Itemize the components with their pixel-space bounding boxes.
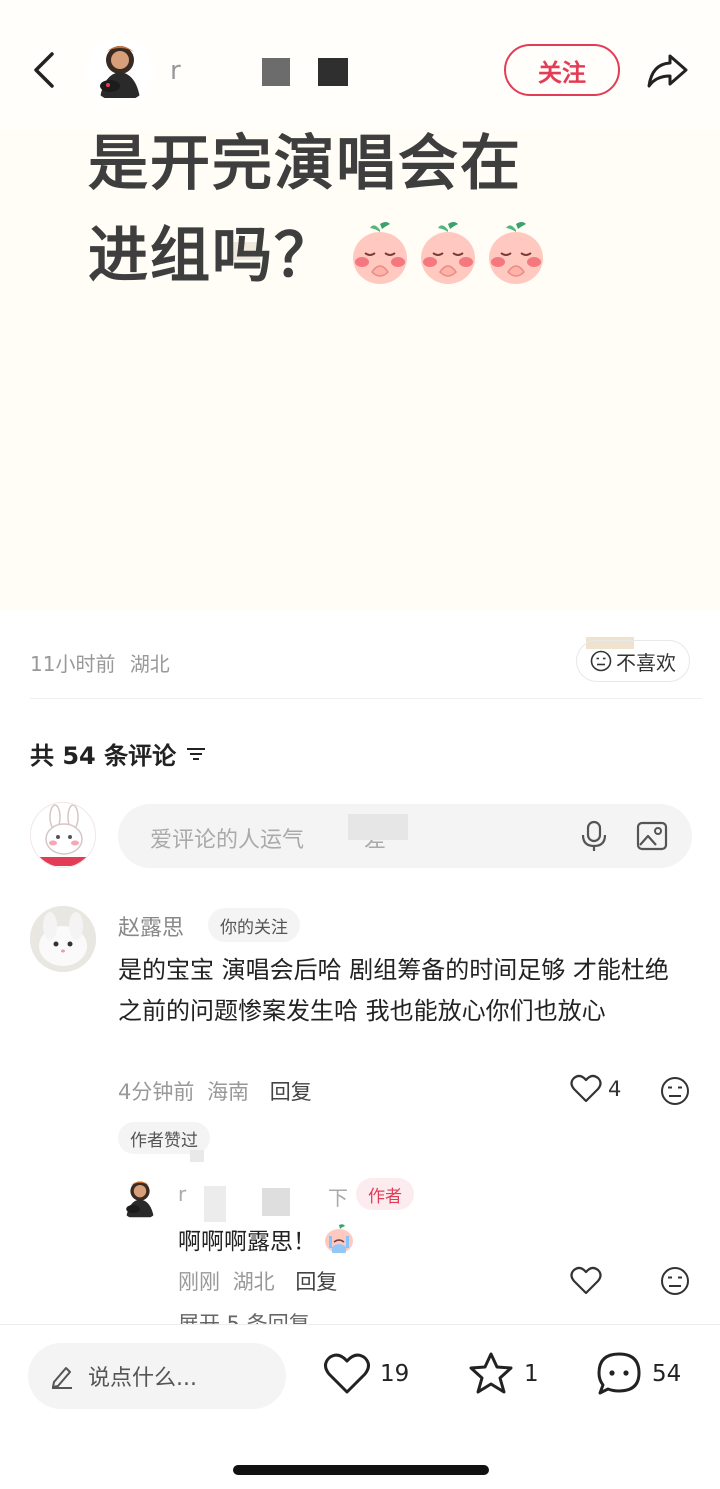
comment-count-header[interactable]: 共 54 条评论 [30, 736, 208, 771]
top-nav-bar: r 关注 [0, 0, 720, 130]
post-meta: 11小时前 湖北 [30, 648, 170, 677]
comment-like-count: 4 [608, 1077, 622, 1101]
heart-icon [324, 1353, 370, 1394]
post-title-line-2: 进组吗？ [88, 210, 688, 302]
following-tag: 你的关注 [208, 908, 300, 942]
dislike-label: 不喜欢 [616, 650, 676, 675]
bottom-action-bar: 说点什么... 19 1 54 [0, 1324, 720, 1489]
reply-text: 啊啊啊露思！ [178, 1222, 356, 1256]
mosaic-block [348, 814, 408, 840]
comment-button[interactable]: 54 [594, 1349, 681, 1399]
author-avatar[interactable] [88, 38, 152, 102]
peach-emoji-group [350, 220, 546, 286]
back-icon[interactable] [26, 48, 66, 92]
favorite-button[interactable]: 1 [466, 1349, 539, 1399]
comment-reply-button[interactable]: 回复 [270, 1080, 312, 1104]
commenter-avatar[interactable] [30, 906, 96, 972]
comment-input-placeholder-head: 爱评论的人运气 [150, 828, 305, 853]
comment-meta: 4分钟前 海南 回复 [118, 1076, 312, 1106]
divider [30, 698, 702, 699]
praying-peach-emoji-icon [353, 222, 407, 285]
expand-replies-button[interactable]: 展开 5 条回复 [178, 1310, 310, 1324]
mosaic-block [204, 1186, 226, 1222]
post-title-line-1: 是开完演唱会在 [88, 129, 522, 199]
post-location: 湖北 [129, 652, 170, 676]
image-icon[interactable] [634, 818, 670, 854]
heart-icon [570, 1074, 602, 1103]
star-icon [469, 1352, 513, 1394]
sort-icon[interactable] [184, 742, 208, 766]
mosaic-block [262, 58, 290, 86]
author-name[interactable]: r [170, 56, 181, 86]
reply-text-content: 啊啊啊露思！ [178, 1229, 316, 1255]
follow-button[interactable]: 关注 [504, 44, 620, 96]
reply-author-name[interactable]: r [178, 1182, 186, 1206]
mosaic-block [318, 58, 348, 86]
like-count: 19 [380, 1361, 410, 1387]
reply-author-name-tail: 下 [328, 1186, 348, 1210]
comment-count-label: 共 54 条评论 [30, 742, 177, 770]
comment-location: 海南 [207, 1080, 250, 1104]
comment-count: 54 [652, 1361, 682, 1387]
mic-icon[interactable] [576, 818, 612, 854]
post-title-line-2-text: 进组吗？ [88, 221, 336, 291]
like-button[interactable]: 19 [322, 1349, 409, 1399]
say-something-input[interactable]: 说点什么... [28, 1343, 286, 1409]
home-indicator[interactable] [233, 1465, 489, 1475]
reply-time: 刚刚 [178, 1270, 220, 1294]
reply-reply-button[interactable]: 回复 [295, 1270, 337, 1294]
mosaic-block [190, 1150, 204, 1162]
comment-bubble-icon [597, 1352, 641, 1395]
crying-peach-emoji-icon [325, 1224, 353, 1253]
comment-text: 是的宝宝 演唱会后哈 剧组筹备的时间足够 才能杜绝之前的问题惨案发生哈 我也能放… [118, 956, 669, 1025]
post-title: 是开完演唱会在 进组吗？ [88, 118, 688, 302]
comment-time: 4分钟前 [118, 1080, 195, 1104]
reply-author-avatar[interactable] [118, 1176, 162, 1220]
dislike-face-icon [590, 650, 612, 672]
reply-meta: 刚刚 湖北 回复 [178, 1266, 337, 1296]
share-icon[interactable] [644, 48, 690, 92]
mosaic-block [262, 1188, 290, 1216]
reply-location: 湖北 [232, 1270, 275, 1294]
favorite-count: 1 [524, 1361, 539, 1387]
commenter-name[interactable]: 赵露思 [118, 910, 184, 942]
post-time: 11小时前 [30, 652, 116, 676]
comment-like-button[interactable]: 4 [570, 1074, 621, 1104]
dislike-face-icon[interactable] [660, 1076, 690, 1106]
dislike-face-icon[interactable] [660, 1266, 690, 1296]
praying-peach-emoji-icon [489, 222, 543, 285]
say-something-placeholder: 说点什么... [88, 1366, 197, 1391]
comment-input[interactable]: 爱评论的人运气差 [118, 804, 692, 868]
author-badge: 作者 [356, 1178, 414, 1210]
heart-icon[interactable] [570, 1266, 602, 1296]
my-avatar[interactable] [30, 802, 96, 868]
pen-icon [52, 1367, 72, 1389]
praying-peach-emoji-icon [421, 222, 475, 285]
dislike-button[interactable]: 不喜欢 [576, 640, 690, 682]
